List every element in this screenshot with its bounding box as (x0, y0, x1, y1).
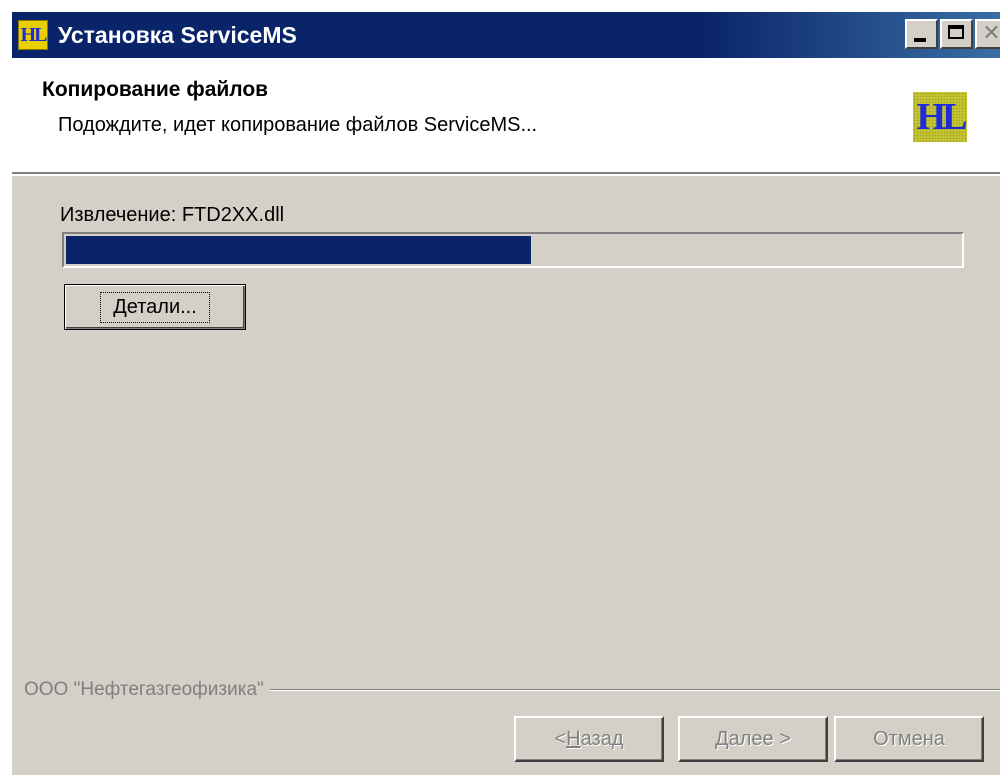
installer-window: HL Установка ServiceMS ✕ Копирование фай… (10, 10, 1000, 775)
progress-fill (66, 236, 531, 264)
details-mnemonic: Д (113, 295, 127, 318)
next-mnemonic: Д (715, 727, 729, 750)
back-button[interactable]: < Назад (514, 716, 664, 762)
back-rest: азад (580, 727, 624, 750)
next-rest: алее > (728, 727, 791, 750)
minimize-icon[interactable] (905, 19, 938, 49)
close-icon[interactable]: ✕ (975, 19, 1000, 49)
status-label: Извлечение: FTD2XX.dll (60, 204, 285, 226)
progress-bar (62, 232, 964, 268)
footer-brand-line: ООО "Нефтегазгеофизика" (24, 678, 1000, 702)
title-bar[interactable]: HL Установка ServiceMS ✕ (12, 12, 1000, 58)
details-rest: етали... (126, 295, 197, 318)
logo: HL (913, 92, 967, 142)
next-button[interactable]: Далее > (678, 716, 828, 762)
page-title: Копирование файлов (42, 78, 269, 101)
back-prefix: < (554, 727, 567, 750)
app-icon: HL (18, 20, 48, 50)
maximize-icon[interactable] (940, 19, 973, 49)
details-button-label: Детали... (100, 291, 210, 323)
header-panel: Копирование файлов Подождите, идет копир… (12, 58, 1000, 176)
app-icon-text: HL (20, 23, 48, 46)
footer-divider (269, 689, 1000, 691)
logo-text: HL (916, 96, 968, 138)
window-title: Установка ServiceMS (58, 21, 297, 48)
window-controls: ✕ (905, 19, 1000, 49)
details-button[interactable]: Детали... (64, 284, 246, 330)
cancel-button[interactable]: Отмена (834, 716, 984, 762)
company-name: ООО "Нефтегазгеофизика" (24, 679, 264, 700)
back-mnemonic: Н (566, 727, 581, 750)
page-subtitle: Подождите, идет копирование файлов Servi… (58, 114, 538, 136)
